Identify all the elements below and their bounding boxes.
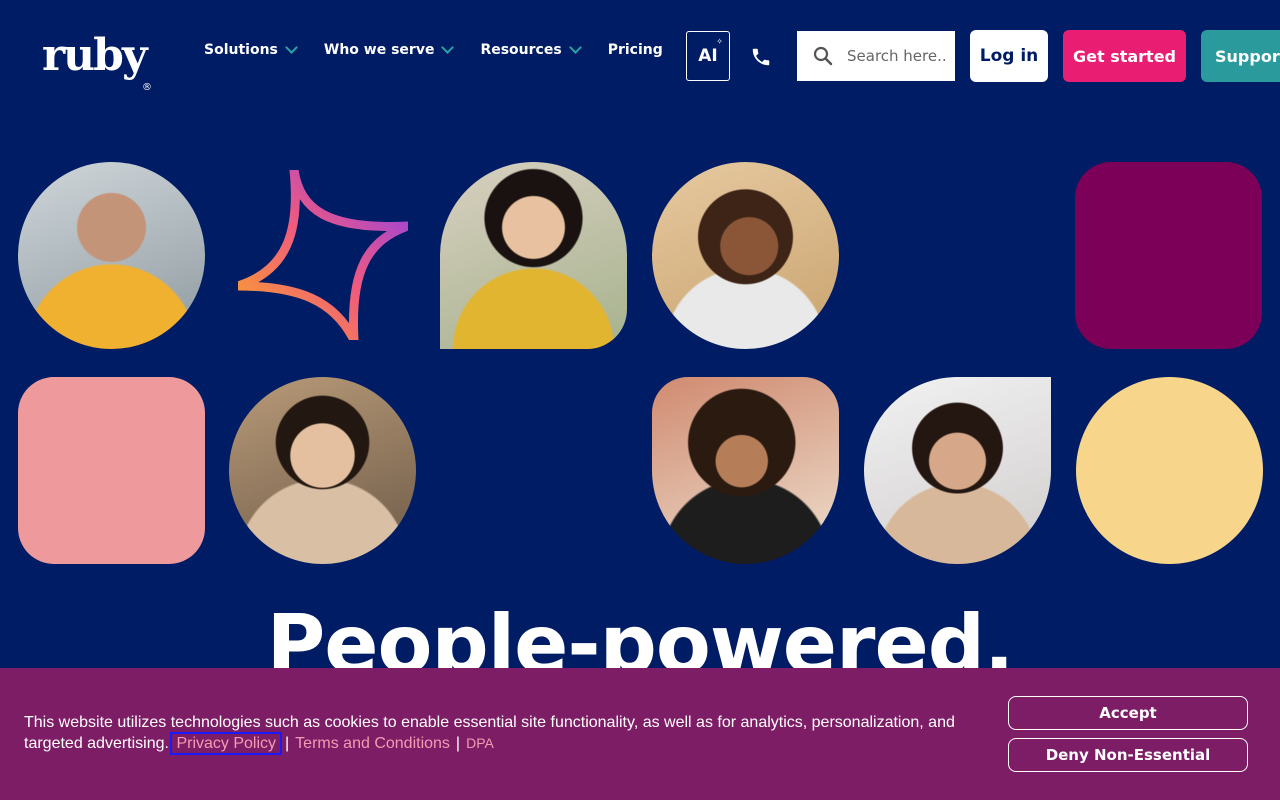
nav-label: Pricing bbox=[607, 42, 663, 58]
sparkle-star-icon bbox=[238, 170, 408, 340]
search-box[interactable] bbox=[797, 31, 955, 81]
person-photo-woman-headset bbox=[652, 162, 839, 349]
phone-icon[interactable] bbox=[750, 46, 772, 68]
decorative-pink-tile bbox=[18, 377, 205, 564]
privacy-policy-link[interactable]: Privacy Policy bbox=[170, 732, 283, 755]
chevron-down-icon bbox=[568, 41, 582, 54]
get-started-button[interactable]: Get started bbox=[1063, 30, 1186, 82]
link-separator: | bbox=[455, 735, 461, 752]
nav-pricing[interactable]: Pricing bbox=[608, 40, 663, 60]
nav-resources[interactable]: Resources bbox=[480, 40, 582, 60]
main-nav: Solutions Who we serve Resources Pricing bbox=[204, 40, 691, 60]
ai-sparkle-icon: ✧ bbox=[716, 37, 723, 46]
ai-label: AI bbox=[698, 46, 718, 66]
person-photo-woman-headset-2 bbox=[864, 377, 1051, 564]
logo-text: ruby bbox=[42, 30, 148, 81]
login-button[interactable]: Log in bbox=[970, 30, 1048, 82]
registered-mark: ® bbox=[142, 82, 152, 93]
person-photo-woman-phone bbox=[440, 162, 627, 349]
person-photo-woman-smiling bbox=[229, 377, 416, 564]
decorative-yellow-circle bbox=[1076, 377, 1263, 564]
support-button[interactable]: Support bbox=[1201, 30, 1280, 82]
deny-non-essential-button[interactable]: Deny Non-Essential bbox=[1008, 738, 1248, 772]
nav-label: Solutions bbox=[204, 42, 278, 58]
cookie-message: This website utilizes technologies such … bbox=[24, 712, 984, 755]
search-input[interactable] bbox=[847, 47, 947, 65]
person-photo-man-phone bbox=[652, 377, 839, 564]
dpa-link[interactable]: DPA bbox=[466, 735, 494, 751]
nav-who-we-serve[interactable]: Who we serve bbox=[323, 40, 455, 60]
search-icon bbox=[813, 46, 833, 66]
person-photo-woman-glasses bbox=[18, 162, 205, 349]
nav-label: Resources bbox=[480, 42, 562, 58]
chevron-down-icon bbox=[441, 41, 455, 54]
ruby-logo[interactable]: ruby ® bbox=[42, 34, 152, 94]
link-separator: | bbox=[285, 735, 290, 752]
accept-button[interactable]: Accept bbox=[1008, 696, 1248, 730]
chevron-down-icon bbox=[285, 41, 298, 54]
decorative-magenta-tile bbox=[1075, 162, 1262, 349]
ai-button[interactable]: AI ✧ bbox=[686, 31, 730, 81]
nav-solutions[interactable]: Solutions bbox=[204, 40, 298, 60]
nav-label: Who we serve bbox=[323, 42, 435, 58]
terms-link[interactable]: Terms and Conditions bbox=[295, 735, 450, 752]
